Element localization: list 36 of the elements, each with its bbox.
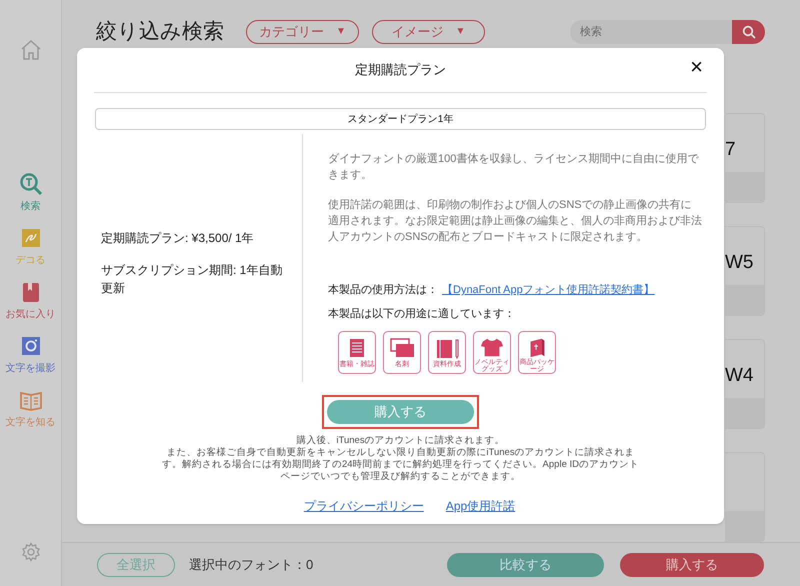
- magnifier-icon: [18, 172, 42, 196]
- caret-icon: ▼: [336, 24, 346, 40]
- footer-link[interactable]: App使用許諾: [446, 497, 516, 516]
- settings-icon[interactable]: [20, 542, 40, 562]
- license-link[interactable]: 【DynaFont Appフォント使用許諾契約書】: [442, 282, 655, 298]
- search-button[interactable]: [732, 20, 765, 44]
- search-icon: [742, 24, 756, 39]
- sidebar-item[interactable]: 文字を知る: [6, 388, 56, 430]
- footer-link[interactable]: プライバシーポリシー: [304, 497, 424, 516]
- subscription-period: サブスクリプション期間: 1年自動更新: [101, 262, 284, 297]
- sidebar-item[interactable]: 検索: [18, 172, 42, 214]
- description-text: ダイナフォントの厳選100書体を収録し、ライセンス期間中に自由に使用できます。: [328, 152, 700, 183]
- font-card-label: 7: [725, 139, 736, 160]
- dropdown[interactable]: イメージ ▼: [372, 20, 485, 44]
- billing-note: また、お客様ご自身で自動更新をキャンセルしない限り自動更新の際にiTunesのアカウントに請求されます。解約される場合には有効期間終了の24時間前までに解約処理を行ってください。Apple IDのアカウントページでいつでも管理及び解約することができます。: [160, 447, 640, 484]
- page-title: 絞り込み検索: [96, 18, 224, 45]
- plan-price: 定期購読プラン: ¥3,500/ 1年: [101, 230, 255, 247]
- description-text: 使用許諾の範囲は、印刷物の制作および個人のSNSでの静止画像の共有に適用されます。なお限定範囲は静止画像の編集と、個人の非商用および非法人アカウントのSNSの配布とブロードキャストに限定されます。: [328, 198, 702, 245]
- purchase-button[interactable]: 購入する: [327, 400, 474, 424]
- search-field[interactable]: 検索: [570, 20, 732, 44]
- font-card-label: W5: [725, 252, 754, 274]
- close-button[interactable]: ×: [690, 56, 703, 78]
- plan-tab[interactable]: スタンダードプラン1年: [95, 108, 706, 130]
- dialog-title: 定期購読プラン: [355, 61, 446, 80]
- selected-font-count: 選択中のフォント：0: [189, 556, 314, 574]
- dropdown[interactable]: カテゴリー ▼: [246, 20, 359, 44]
- suitable-label: 本製品は以下の用途に適しています：: [328, 306, 516, 322]
- font-card-label: W4: [725, 365, 754, 386]
- buy-button[interactable]: 購入する: [620, 552, 764, 577]
- home-icon[interactable]: [18, 38, 42, 62]
- sidebar-item[interactable]: お気に入り: [6, 280, 56, 322]
- sidebar-item[interactable]: 文字を撮影: [6, 334, 56, 376]
- compare-button[interactable]: 比較する: [447, 552, 604, 577]
- billing-note: 購入後、iTunesのアカウントに請求されます。: [295, 435, 506, 447]
- usage-label: 本製品の使用方法は：: [328, 282, 438, 298]
- caret-icon: ▼: [456, 24, 466, 40]
